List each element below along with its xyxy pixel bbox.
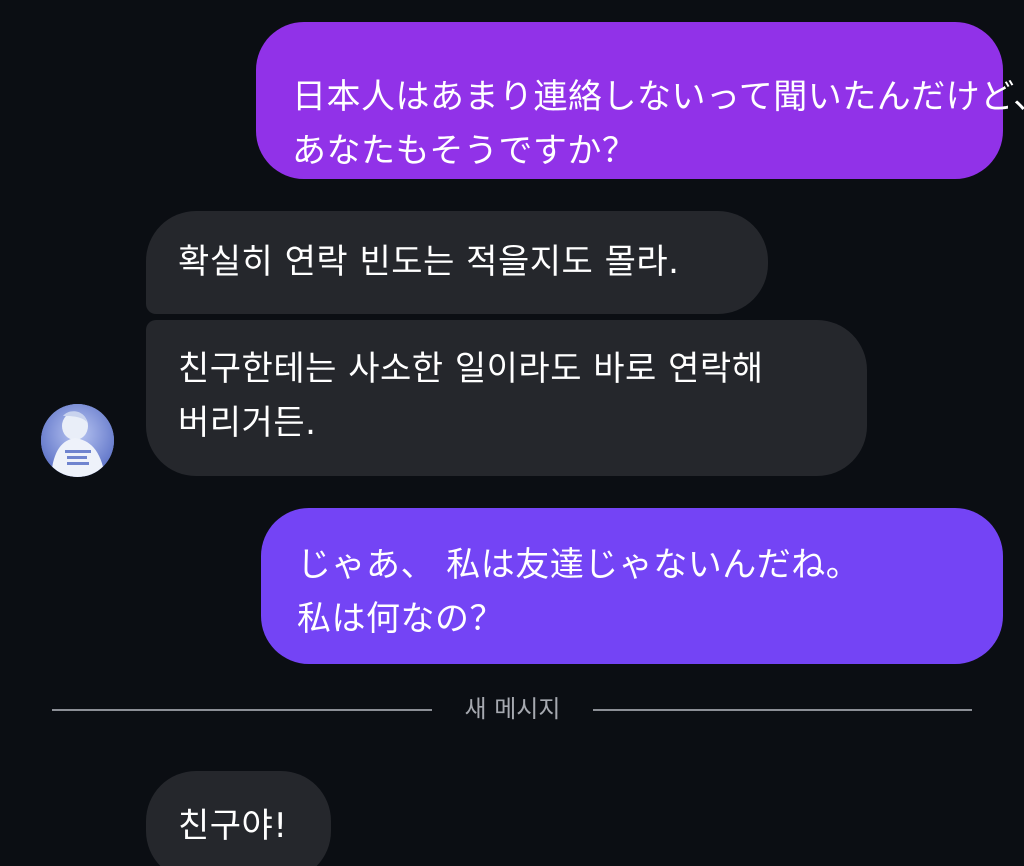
message-text: 친구야! [178,806,288,846]
received-message-bubble[interactable]: 확실히 연락 빈도는 적을지도 몰라. [146,211,768,314]
message-text: 日本人はあまり連絡しないって聞いたんだけど、 あなたもそうですか？ [292,77,1024,171]
new-messages-divider-line [593,709,972,711]
chat-thread: 日本人はあまり連絡しないって聞いたんだけど、 あなたもそうですか？ 확실히 연락… [0,0,1024,866]
new-messages-divider-line [52,709,432,711]
avatar[interactable] [41,404,114,477]
user-avatar-icon [41,404,114,477]
sent-message-bubble[interactable]: 日本人はあまり連絡しないって聞いたんだけど、 あなたもそうですか？ [256,22,1024,179]
message-text: 친구한테는 사소한 일이라도 바로 연락해 버리거든. [178,349,775,443]
message-text: じゃあ、 私は友達じゃないんだね。 私は何なの？ [297,545,872,639]
sent-message-bubble[interactable]: じゃあ、 私は友達じゃないんだね。 私は何なの？ [261,508,1003,664]
received-message-bubble[interactable]: 친구야! [146,771,331,866]
received-message-bubble[interactable]: 친구한테는 사소한 일이라도 바로 연락해 버리거든. [146,320,867,476]
message-text: 확실히 연락 빈도는 적을지도 몰라. [178,242,680,282]
new-messages-divider-label: 새 메시지 [464,695,561,723]
